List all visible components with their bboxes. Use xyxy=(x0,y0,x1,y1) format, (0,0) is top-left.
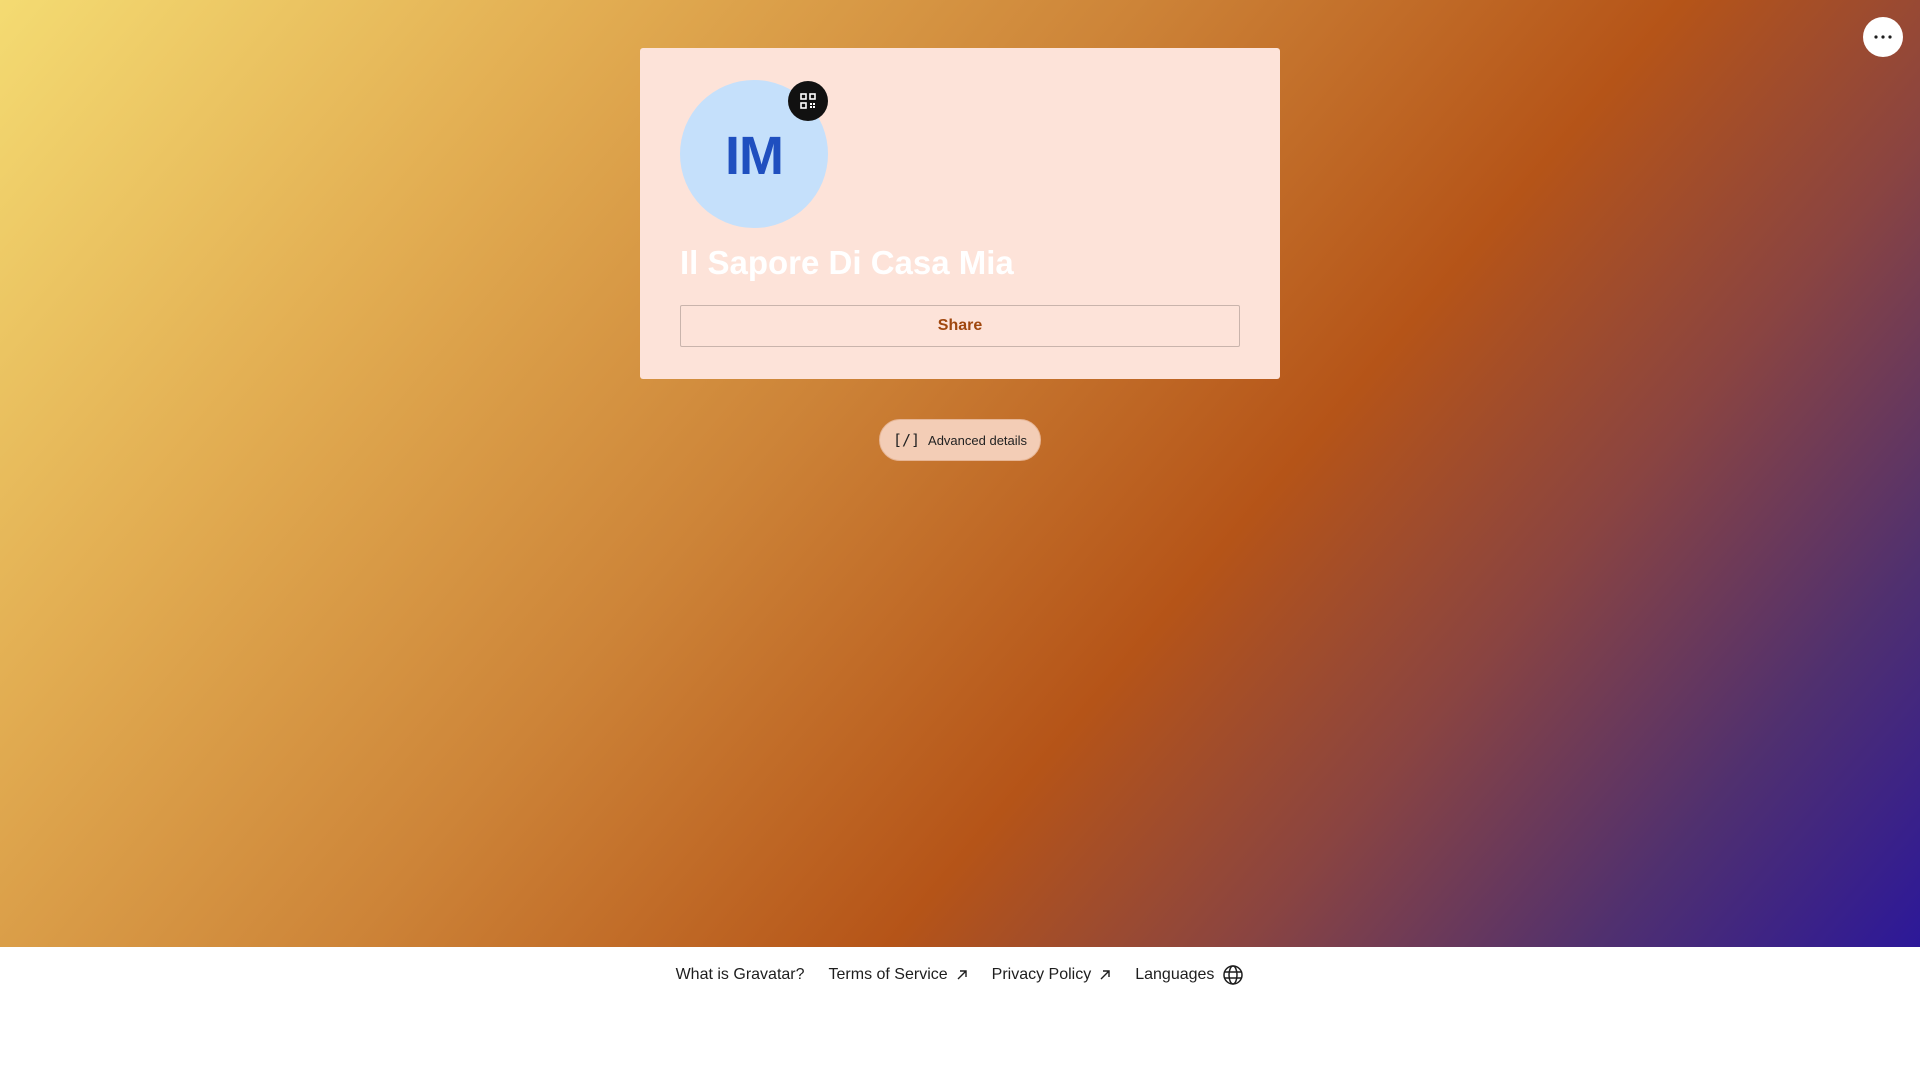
footer: What is Gravatar? Terms of Service Priva… xyxy=(0,947,1920,1080)
qr-code-button[interactable] xyxy=(788,81,828,121)
code-brackets-icon: [/] xyxy=(892,431,921,449)
profile-name: Il Sapore Di Casa Mia xyxy=(680,244,1014,281)
more-options-button[interactable] xyxy=(1863,17,1903,57)
footer-link-label: Languages xyxy=(1135,966,1215,983)
external-arrow-icon xyxy=(957,970,967,980)
profile-card: IM Il Sapore Di Casa Mia Share xyxy=(640,48,1280,379)
external-arrow-icon xyxy=(1100,970,1110,980)
advanced-details-label: Advanced details xyxy=(928,432,1028,448)
share-button[interactable]: Share xyxy=(680,305,1240,347)
globe-icon xyxy=(1223,965,1244,985)
profile-background: IM Il Sapore Di Casa Mia Share [/] Advan… xyxy=(0,0,1920,947)
footer-link-label: What is Gravatar? xyxy=(675,966,805,983)
footer-link-label: Terms of Service xyxy=(828,966,948,983)
footer-link-terms[interactable]: Terms of Service xyxy=(829,966,968,984)
footer-links: What is Gravatar? Terms of Service Priva… xyxy=(0,964,1920,986)
advanced-details-button[interactable]: [/] Advanced details xyxy=(879,419,1041,461)
qr-code-icon xyxy=(800,93,816,109)
footer-link-languages[interactable]: Languages xyxy=(1135,964,1244,986)
avatar-initials: IM xyxy=(725,126,784,186)
footer-link-privacy[interactable]: Privacy Policy xyxy=(992,966,1112,984)
more-horizontal-icon xyxy=(1874,35,1892,39)
footer-link-label: Privacy Policy xyxy=(991,966,1092,983)
footer-link-what-is-gravatar[interactable]: What is Gravatar? xyxy=(676,966,805,984)
